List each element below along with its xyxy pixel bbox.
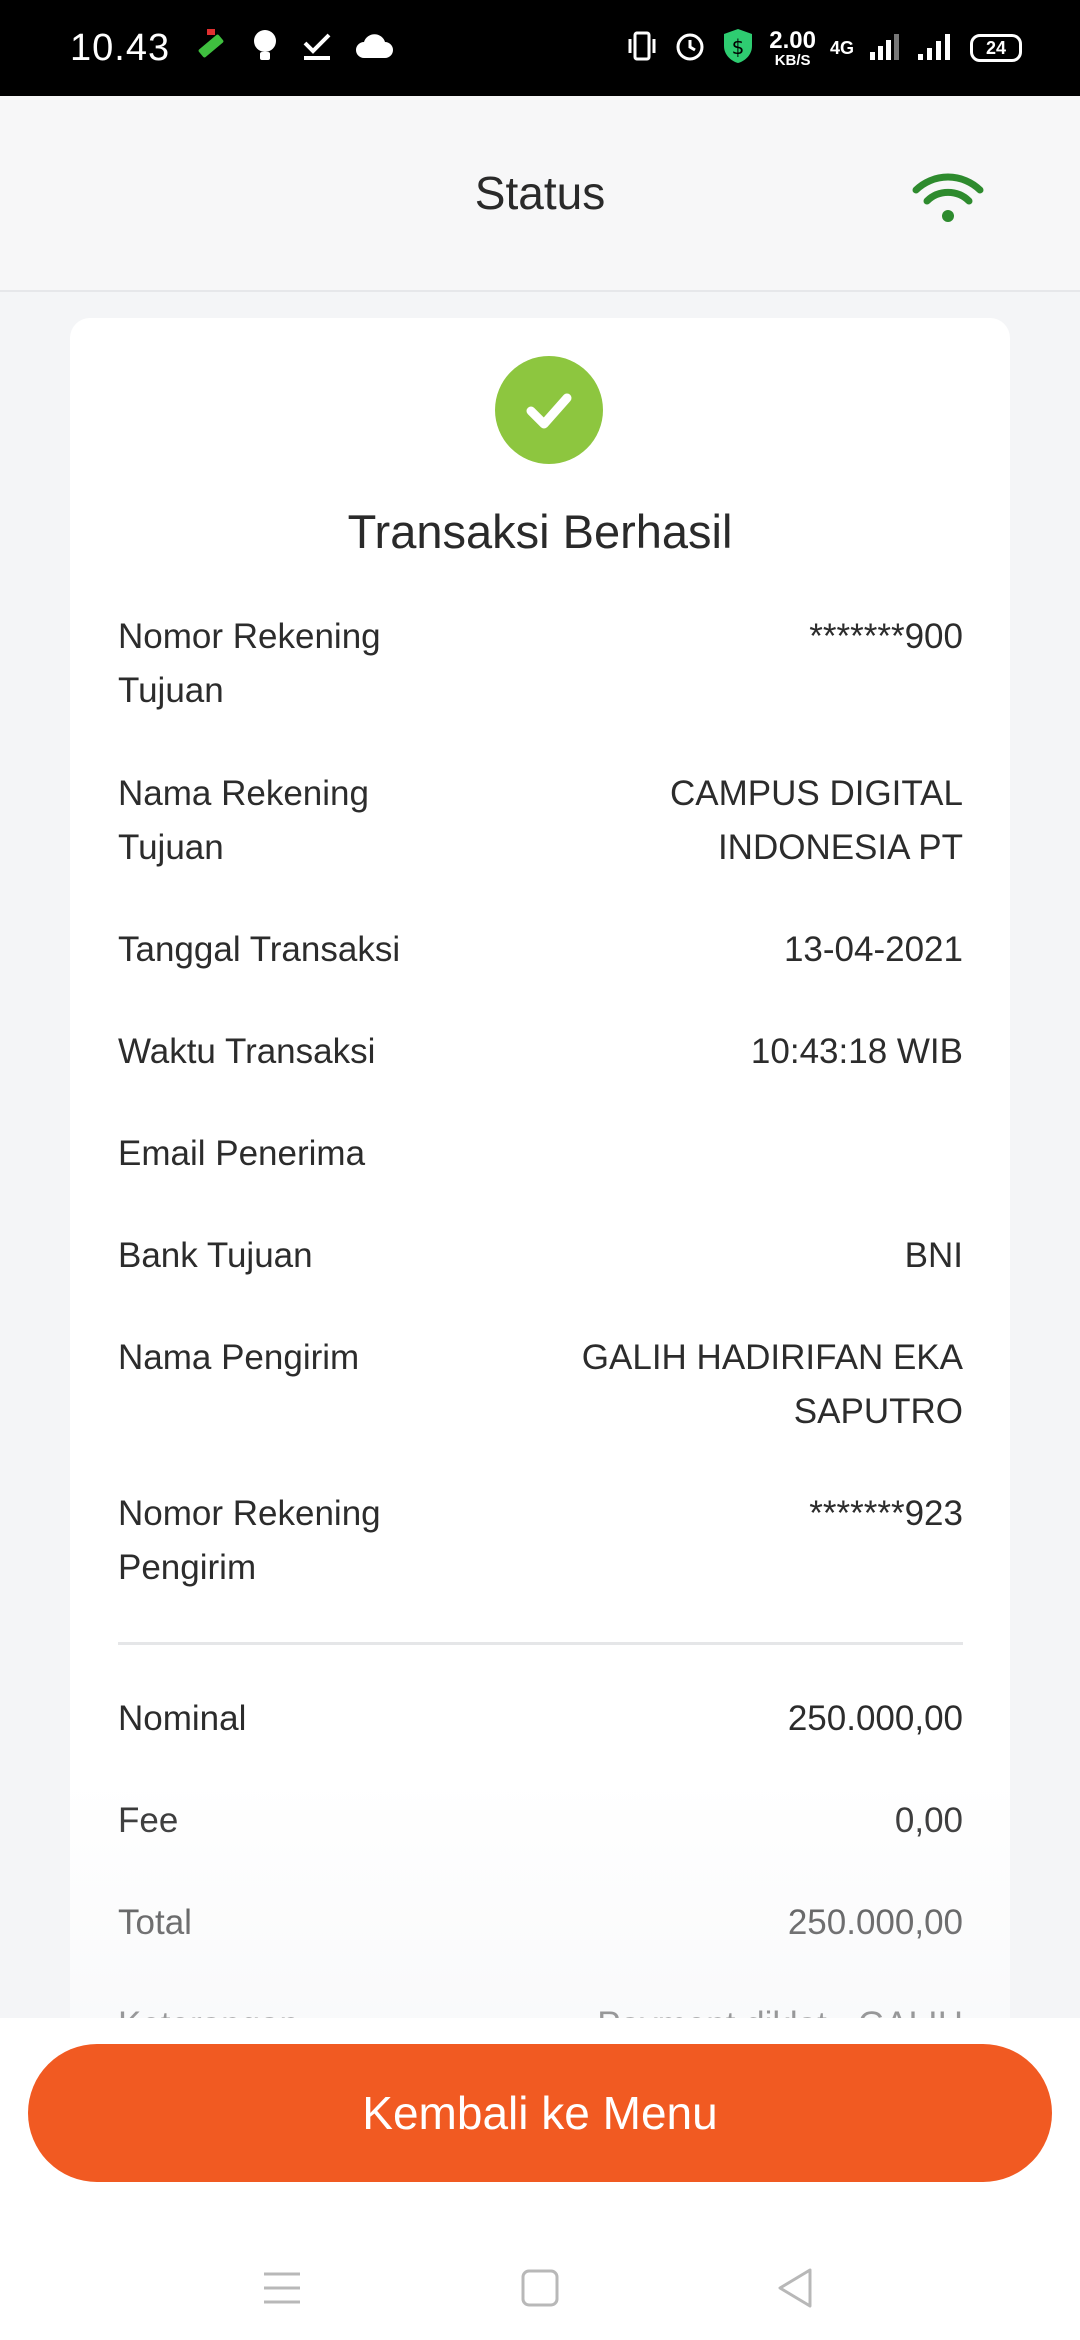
detail-label: Email Penerima: [118, 1134, 366, 1173]
detail-label: Nama Rekening Tujuan: [118, 774, 369, 867]
status-bar: 10.43 $ 2.00 KB/S 4G 24: [0, 0, 1080, 96]
detail-label: Nama Pengirim: [118, 1338, 360, 1377]
checklist-icon: [300, 29, 334, 68]
detail-row: Email Penerima: [118, 1127, 963, 1181]
network-speed: 2.00 KB/S: [769, 26, 816, 69]
detail-value: CAMPUS DIGITAL INDONESIA PT: [669, 774, 963, 867]
system-nav-bar: [0, 2228, 1080, 2340]
total-label: Fee: [118, 1801, 179, 1840]
total-label: Nominal: [118, 1699, 247, 1738]
home-icon[interactable]: [510, 2258, 570, 2318]
status-time: 10.43: [70, 26, 171, 69]
signal-icon: [868, 30, 902, 67]
detail-value: 10:43:18 WIB: [750, 1032, 963, 1071]
screen: 10.43 $ 2.00 KB/S 4G 24 Status Transaksi…: [0, 0, 1080, 2340]
transaction-status-title: Transaksi Berhasil: [347, 505, 733, 558]
detail-row: Tanggal Transaksi 13-04-2021: [118, 923, 963, 977]
detail-value: *******923: [809, 1494, 963, 1533]
transaction-card: Transaksi Berhasil Nomor Rekening Tujuan…: [70, 318, 1010, 2044]
detail-label: Nomor Rekening Pengirim: [118, 1494, 381, 1587]
detail-row: Bank Tujuan BNI: [118, 1229, 963, 1283]
detail-value: GALIH HADIRIFAN EKA SAPUTRO: [581, 1338, 963, 1431]
detail-value: 13-04-2021: [783, 930, 963, 969]
detail-row: Nomor Rekening Pengirim *******923: [118, 1487, 963, 1595]
detail-row: Waktu Transaksi 10:43:18 WIB: [118, 1025, 963, 1079]
back-icon[interactable]: [766, 2258, 826, 2318]
cloud-icon: [354, 32, 394, 65]
svg-text:$: $: [732, 35, 745, 59]
divider: [118, 1642, 963, 1645]
total-value: 250.000,00: [787, 1903, 963, 1942]
battery-icon: 24: [970, 34, 1022, 62]
total-value: 250.000,00: [787, 1699, 963, 1738]
total-row: Total 250.000,00: [118, 1896, 963, 1950]
total-row: Nominal 250.000,00: [118, 1692, 963, 1746]
shield-dollar-icon: $: [721, 27, 755, 70]
lightbulb-icon: [250, 28, 280, 69]
back-to-menu-button[interactable]: Kembali ke Menu: [28, 2044, 1052, 2182]
success-check-icon: [495, 356, 603, 464]
detail-value: BNI: [904, 1236, 963, 1275]
recent-apps-icon[interactable]: [252, 2258, 312, 2318]
detail-row: Nama Pengirim GALIH HADIRIFAN EKA SAPUTR…: [118, 1331, 963, 1439]
detail-label: Waktu Transaksi: [118, 1032, 376, 1071]
satellite-icon: [192, 27, 230, 70]
alarm-icon: [673, 29, 707, 68]
detail-label: Bank Tujuan: [118, 1236, 313, 1275]
signal-icon-2: [916, 30, 956, 67]
total-label: Total: [118, 1903, 192, 1942]
wifi-icon: [912, 172, 984, 229]
total-value: 0,00: [894, 1801, 963, 1840]
detail-value: *******900: [809, 617, 963, 656]
detail-label: Nomor Rekening Tujuan: [118, 617, 381, 710]
bottom-action-area: Kembali ke Menu: [0, 2018, 1080, 2340]
vibrate-icon: [625, 29, 659, 68]
detail-row: Nomor Rekening Tujuan *******900: [118, 610, 963, 718]
detail-label: Tanggal Transaksi: [118, 930, 401, 969]
total-row: Fee 0,00: [118, 1794, 963, 1848]
detail-row: Nama Rekening Tujuan CAMPUS DIGITAL INDO…: [118, 767, 963, 875]
network-type: 4G: [829, 37, 854, 58]
app-header: Status: [0, 96, 1080, 292]
